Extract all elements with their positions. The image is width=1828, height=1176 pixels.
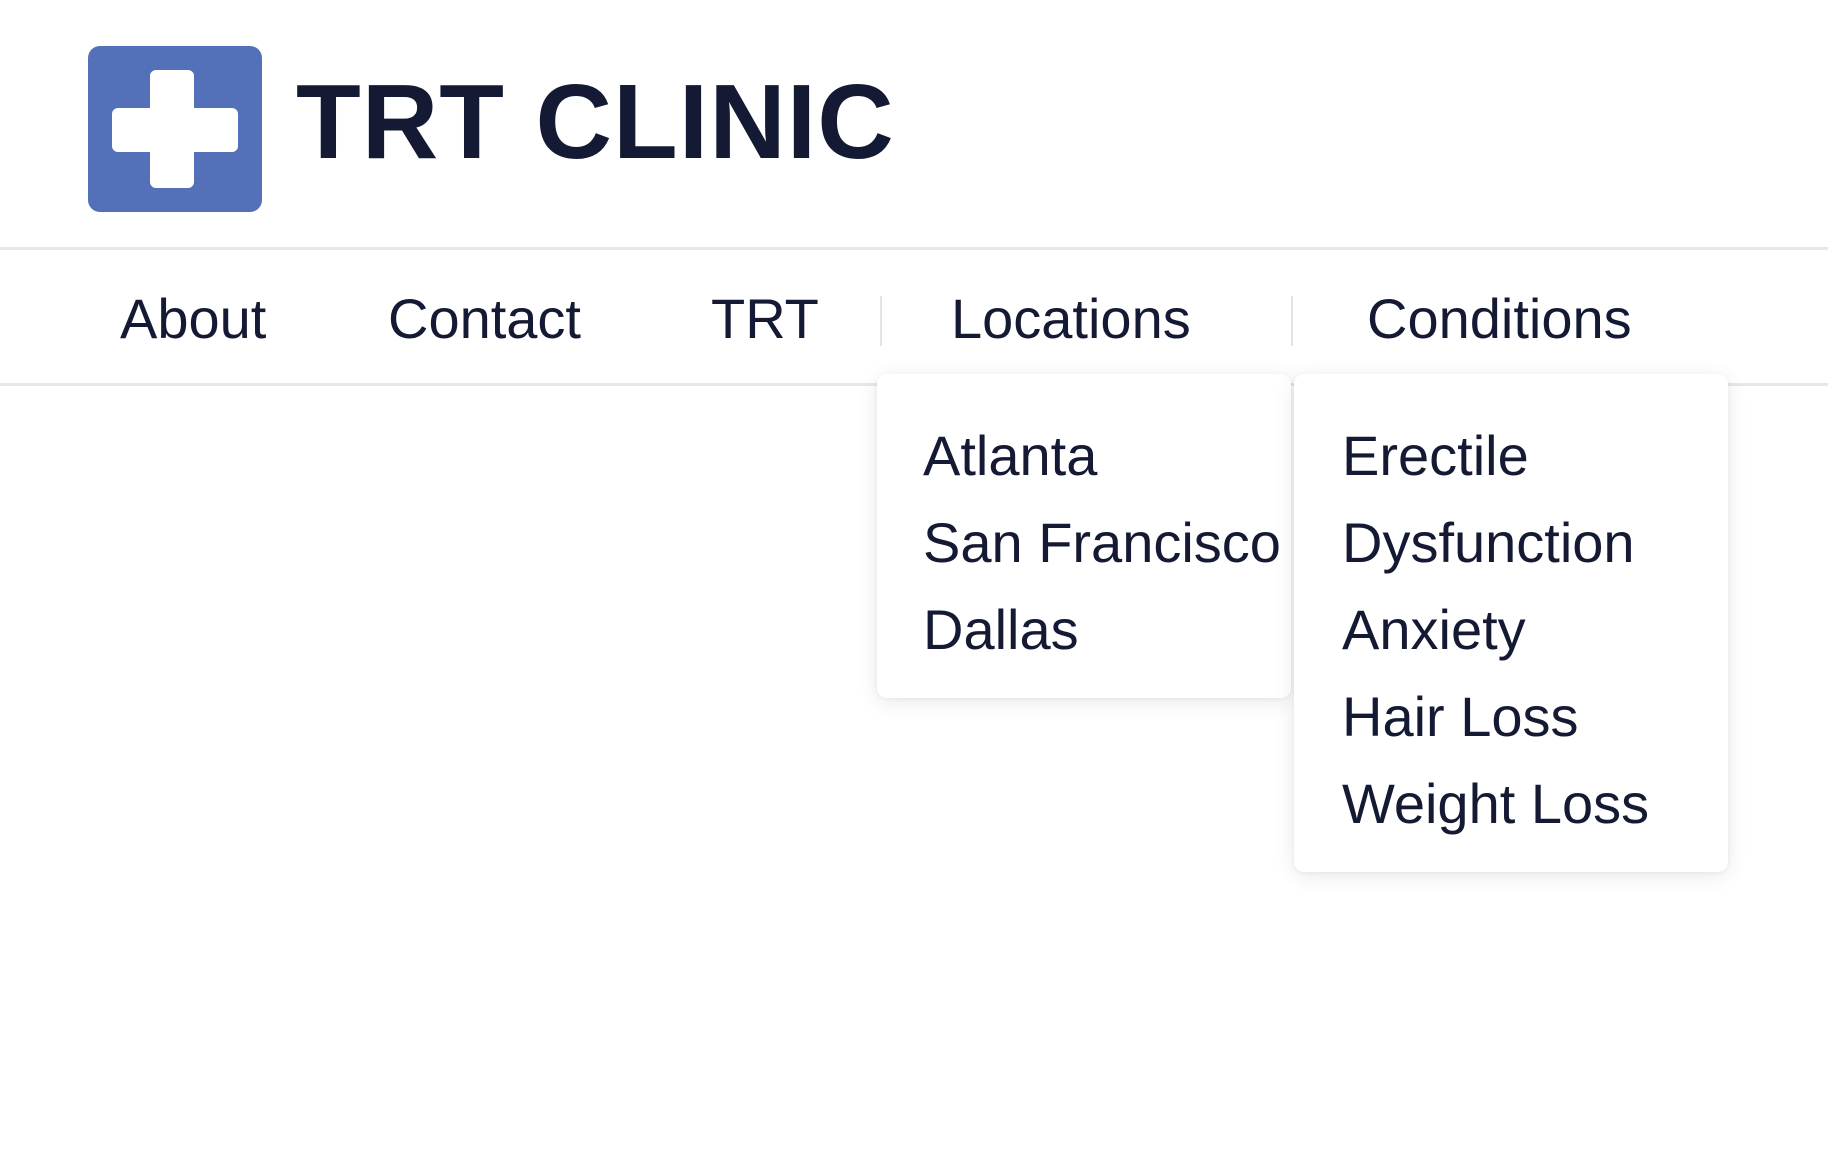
nav-divider (1291, 296, 1293, 346)
nav-item-about[interactable]: About (120, 286, 266, 352)
dropdown-item-hair-loss[interactable]: Hair Loss (1342, 673, 1728, 760)
site-header: TRT CLINIC (0, 0, 1828, 246)
dropdown-item-atlanta[interactable]: Atlanta (923, 412, 1291, 499)
nav-item-locations[interactable]: Locations (951, 286, 1191, 352)
dropdown-item-erectile[interactable]: Erectile (1342, 412, 1728, 499)
medical-cross-icon[interactable] (88, 46, 262, 212)
brand-title[interactable]: TRT CLINIC (296, 62, 895, 182)
dropdown-item-dysfunction[interactable]: Dysfunction (1342, 499, 1728, 586)
dropdown-item-dallas[interactable]: Dallas (923, 586, 1291, 673)
conditions-dropdown: Erectile Dysfunction Anxiety Hair Loss W… (1294, 374, 1728, 872)
nav-item-conditions[interactable]: Conditions (1367, 286, 1632, 352)
dropdown-item-weight-loss[interactable]: Weight Loss (1342, 760, 1728, 847)
main-navigation: About Contact TRT Locations Conditions (0, 247, 1828, 386)
nav-item-contact[interactable]: Contact (388, 286, 581, 352)
dropdown-item-san-francisco[interactable]: San Francisco (923, 499, 1291, 586)
dropdown-item-anxiety[interactable]: Anxiety (1342, 586, 1728, 673)
cross-horizontal-bar (112, 108, 238, 152)
nav-divider (880, 296, 882, 346)
nav-item-trt[interactable]: TRT (711, 286, 819, 352)
locations-dropdown: Atlanta San Francisco Dallas (877, 374, 1291, 698)
